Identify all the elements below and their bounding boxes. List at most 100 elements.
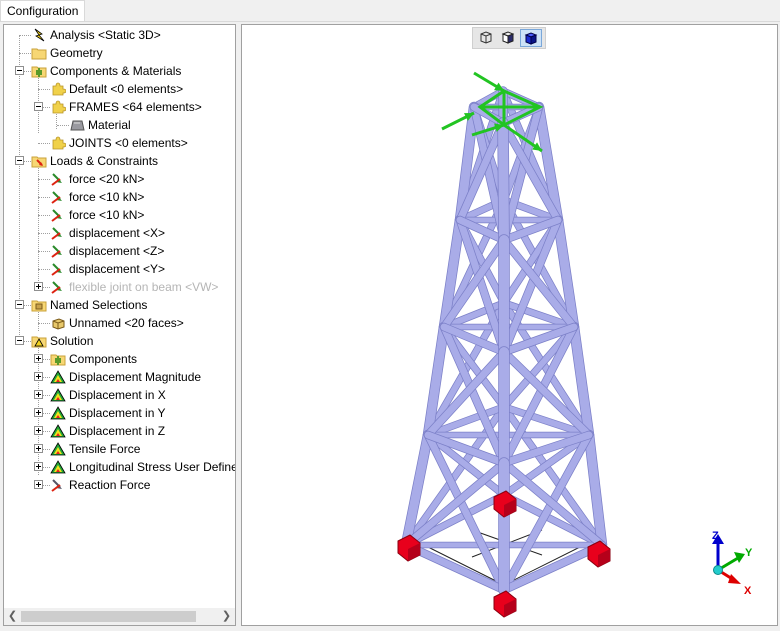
expand-icon[interactable] bbox=[34, 282, 43, 291]
tree-item[interactable]: Analysis <Static 3D> bbox=[4, 26, 235, 44]
folder-icon bbox=[31, 46, 47, 60]
tree-item[interactable]: Default <0 elements> bbox=[4, 80, 235, 98]
tree-item[interactable]: FRAMES <64 elements> bbox=[4, 98, 235, 116]
y-axis-label: Y bbox=[745, 547, 753, 559]
tree-item[interactable]: Components bbox=[4, 350, 235, 368]
tree-item-label: force <10 kN> bbox=[69, 190, 145, 204]
tree-item-label: Displacement in X bbox=[69, 388, 166, 402]
result-icon bbox=[50, 442, 66, 456]
tree-item[interactable]: Reaction Force bbox=[4, 476, 235, 494]
tree-item-label: Unnamed <20 faces> bbox=[69, 316, 184, 330]
tree-item[interactable]: Named Selections bbox=[4, 296, 235, 314]
tree-item-label: Displacement in Y bbox=[69, 406, 166, 420]
expand-icon[interactable] bbox=[34, 372, 43, 381]
scrollbar-thumb[interactable] bbox=[21, 611, 196, 622]
result-icon bbox=[50, 460, 66, 474]
solution-icon bbox=[31, 334, 47, 348]
tree-item-label: Named Selections bbox=[50, 298, 148, 312]
tree-item-label: force <20 kN> bbox=[69, 172, 145, 186]
tree-item[interactable]: Displacement in Y bbox=[4, 404, 235, 422]
tree-item[interactable]: Unnamed <20 faces> bbox=[4, 314, 235, 332]
tree-item[interactable]: force <10 kN> bbox=[4, 188, 235, 206]
flexible-joint-icon bbox=[50, 280, 66, 294]
expand-icon[interactable] bbox=[34, 354, 43, 363]
tree-item-label: Components & Materials bbox=[50, 64, 182, 78]
x-axis-arrow-head bbox=[728, 574, 741, 584]
result-icon bbox=[50, 370, 66, 384]
z-axis-label: Z bbox=[712, 530, 719, 542]
tree-item[interactable]: Displacement in X bbox=[4, 386, 235, 404]
tree-item[interactable]: flexible joint on beam <VW> bbox=[4, 278, 235, 296]
puzzle-icon bbox=[50, 100, 67, 114]
expand-icon[interactable] bbox=[34, 480, 43, 489]
y-axis-arrow-head bbox=[734, 552, 745, 563]
displacement-icon bbox=[50, 262, 66, 276]
tree-item[interactable]: displacement <Y> bbox=[4, 260, 235, 278]
tree-item-label: Tensile Force bbox=[69, 442, 141, 456]
components-icon bbox=[50, 352, 66, 366]
tree-item-label: force <10 kN> bbox=[69, 208, 145, 222]
expand-icon[interactable] bbox=[34, 426, 43, 435]
displacement-icon bbox=[50, 244, 66, 258]
axis-triad: Z Y X bbox=[712, 530, 753, 597]
tree-item-label: Longitudinal Stress User Defined bbox=[69, 460, 235, 474]
triad-origin bbox=[713, 565, 723, 575]
tree-item-label: displacement <X> bbox=[69, 226, 166, 240]
tree-item[interactable]: Solution bbox=[4, 332, 235, 350]
tree-item[interactable]: Loads & Constraints bbox=[4, 152, 235, 170]
tree-item[interactable]: Material bbox=[4, 116, 235, 134]
tree-item[interactable]: force <20 kN> bbox=[4, 170, 235, 188]
tree-item[interactable]: force <10 kN> bbox=[4, 206, 235, 224]
3d-viewport[interactable]: Z Y X bbox=[241, 24, 778, 626]
collapse-icon[interactable] bbox=[15, 66, 24, 75]
result-icon bbox=[50, 388, 66, 402]
tree-item-label: Reaction Force bbox=[69, 478, 151, 492]
tree-item[interactable]: Components & Materials bbox=[4, 62, 235, 80]
faces-icon bbox=[50, 316, 66, 330]
displacement-icon bbox=[50, 226, 66, 240]
reaction-icon bbox=[50, 478, 66, 492]
material-icon bbox=[69, 118, 85, 132]
tree-item-label: JOINTS <0 elements> bbox=[69, 136, 188, 150]
tree-item[interactable]: displacement <Z> bbox=[4, 242, 235, 260]
components-icon bbox=[31, 64, 47, 78]
collapse-icon[interactable] bbox=[15, 156, 24, 165]
lightning-icon bbox=[31, 28, 47, 42]
tree-item-label: Components bbox=[69, 352, 138, 366]
tree-item-label: FRAMES <64 elements> bbox=[69, 100, 202, 114]
tree-item-label: Loads & Constraints bbox=[50, 154, 159, 168]
horizontal-scrollbar[interactable]: ❮ ❯ bbox=[4, 608, 235, 625]
collapse-icon[interactable] bbox=[15, 300, 24, 309]
tree-item-label: displacement <Z> bbox=[69, 244, 165, 258]
result-icon bbox=[50, 424, 66, 438]
tree-item[interactable]: Displacement Magnitude bbox=[4, 368, 235, 386]
tree-item-label: flexible joint on beam <VW> bbox=[69, 280, 219, 294]
expand-icon[interactable] bbox=[34, 390, 43, 399]
tree-item[interactable]: Longitudinal Stress User Defined bbox=[4, 458, 235, 476]
scroll-left-icon[interactable]: ❮ bbox=[4, 608, 21, 625]
loads-icon bbox=[31, 154, 47, 168]
expand-icon[interactable] bbox=[34, 462, 43, 471]
force-icon bbox=[50, 172, 66, 186]
tree-item[interactable]: Displacement in Z bbox=[4, 422, 235, 440]
selection-folder-icon bbox=[31, 298, 47, 312]
scroll-right-icon[interactable]: ❯ bbox=[218, 608, 235, 625]
collapse-icon[interactable] bbox=[34, 102, 43, 111]
configuration-tree-panel: Analysis <Static 3D> Geometry Components &… bbox=[3, 24, 236, 626]
tree-item[interactable]: Geometry bbox=[4, 44, 235, 62]
tree-item-label: Displacement Magnitude bbox=[69, 370, 202, 384]
collapse-icon[interactable] bbox=[15, 336, 24, 345]
tree-item-label: Solution bbox=[50, 334, 94, 348]
force-icon bbox=[50, 208, 66, 222]
truss-tower-model[interactable] bbox=[242, 25, 777, 625]
expand-icon[interactable] bbox=[34, 408, 43, 417]
expand-icon[interactable] bbox=[34, 444, 43, 453]
tree-item-label: Default <0 elements> bbox=[69, 82, 184, 96]
tree-item[interactable]: JOINTS <0 elements> bbox=[4, 134, 235, 152]
puzzle-icon bbox=[50, 82, 67, 96]
tree-item[interactable]: displacement <X> bbox=[4, 224, 235, 242]
tree-item[interactable]: Tensile Force bbox=[4, 440, 235, 458]
tab-configuration[interactable]: Configuration bbox=[0, 0, 86, 21]
tree-item-label: Geometry bbox=[50, 46, 103, 60]
tree-item-label: displacement <Y> bbox=[69, 262, 166, 276]
